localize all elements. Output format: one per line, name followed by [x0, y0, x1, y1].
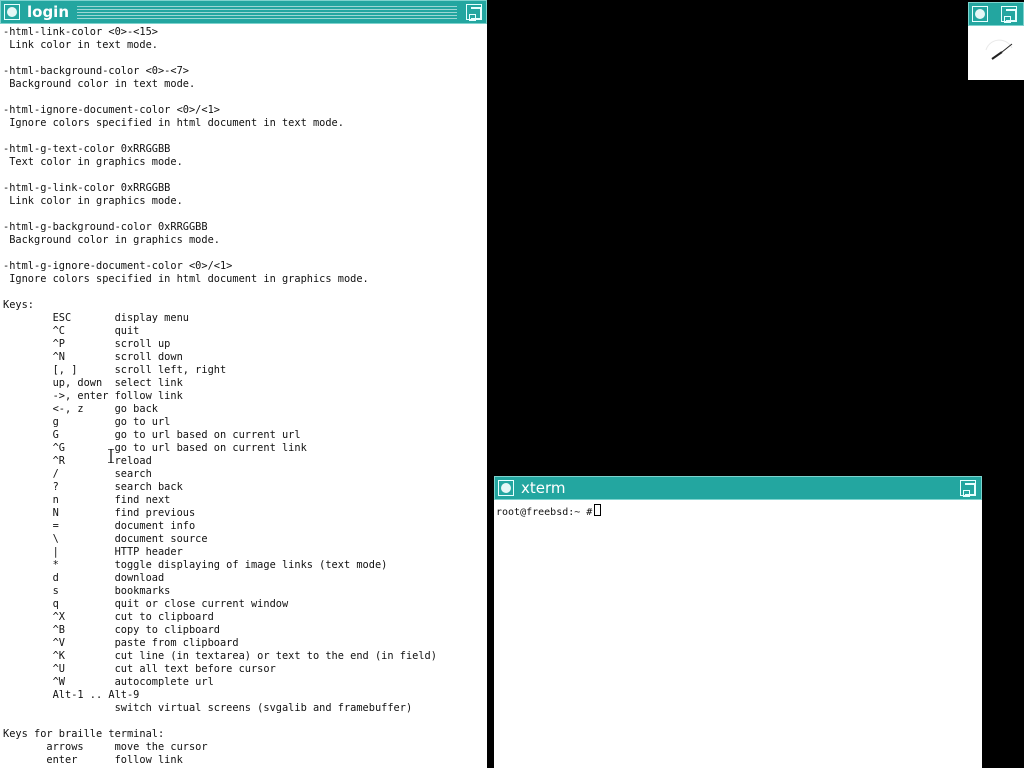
help-line: s bookmarks — [3, 585, 171, 597]
shell-prompt: root@freebsd:~ # — [496, 507, 593, 518]
help-line: ^W autocomplete url — [3, 676, 214, 688]
help-line: enter follow link — [3, 754, 183, 766]
help-line: g go to url — [3, 416, 171, 428]
help-line: Keys: — [3, 299, 34, 311]
help-line: [, ] scroll left, right — [3, 364, 227, 376]
help-line: ^P scroll up — [3, 338, 171, 350]
terminal-output: root@freebsd:~ # — [494, 500, 982, 519]
help-line: n find next — [3, 494, 171, 506]
help-line: ->, enter follow link — [3, 390, 183, 402]
help-line: <-, z go back — [3, 403, 158, 415]
maximize-icon[interactable] — [1001, 6, 1017, 23]
help-line: Keys for braille terminal: — [3, 728, 165, 740]
help-line: * toggle displaying of image links (text… — [3, 559, 388, 571]
help-line: ^U cut all text before cursor — [3, 663, 276, 675]
help-line: ^R reload — [3, 455, 152, 467]
clock-window[interactable] — [968, 2, 1024, 80]
help-line: -html-g-background-color 0xRRGGBB — [3, 221, 208, 233]
help-line: ^C quit — [3, 325, 140, 337]
login-content[interactable]: -html-link-color <0>-<15> Link color in … — [0, 24, 487, 768]
help-line: = document info — [3, 520, 196, 532]
help-line: ^X cut to clipboard — [3, 611, 214, 623]
help-line: arrows move the cursor — [3, 741, 208, 753]
help-line: switch virtual screens (svgalib and fram… — [3, 702, 413, 714]
window-menu-icon[interactable] — [498, 480, 514, 496]
login-titlebar[interactable]: login — [0, 0, 487, 24]
help-line: up, down select link — [3, 377, 183, 389]
help-line: ? search back — [3, 481, 183, 493]
help-line: d download — [3, 572, 165, 584]
help-line: ^V paste from clipboard — [3, 637, 239, 649]
help-line: Text color in graphics mode. — [3, 156, 183, 168]
help-line: ^K cut line (in textarea) or text to the… — [3, 650, 437, 662]
help-line: Alt-1 .. Alt-9 — [3, 689, 140, 701]
clock-titlebar[interactable] — [968, 2, 1024, 26]
help-line: ^N scroll down — [3, 351, 183, 363]
xterm-window[interactable]: xterm root@freebsd:~ # — [494, 476, 982, 768]
help-line: / search — [3, 468, 152, 480]
help-line: N find previous — [3, 507, 196, 519]
login-title: login — [27, 3, 70, 21]
help-line: -html-g-text-color 0xRRGGBB — [3, 143, 171, 155]
help-line: ESC display menu — [3, 312, 189, 324]
help-line: ^G go to url based on current link — [3, 442, 307, 454]
window-menu-icon[interactable] — [4, 4, 20, 20]
help-line: -html-ignore-document-color <0>/<1> — [3, 104, 220, 116]
help-line: \ document source — [3, 533, 208, 545]
help-line: G go to url based on current url — [3, 429, 301, 441]
xterm-titlebar[interactable]: xterm — [494, 476, 982, 500]
help-line: Background color in graphics mode. — [3, 234, 220, 246]
clock-face — [968, 26, 1024, 80]
help-line: Ignore colors specified in html document… — [3, 117, 344, 129]
xterm-terminal[interactable]: root@freebsd:~ # — [494, 500, 982, 768]
help-line: | HTTP header — [3, 546, 183, 558]
title-grip — [77, 5, 457, 19]
xterm-title: xterm — [521, 479, 566, 497]
help-line: -html-background-color <0>-<7> — [3, 65, 189, 77]
help-line: q quit or close current window — [3, 598, 289, 610]
help-line: Link color in graphics mode. — [3, 195, 183, 207]
help-line: -html-g-link-color 0xRRGGBB — [3, 182, 171, 194]
terminal-cursor — [594, 504, 602, 516]
login-window[interactable]: login -html-link-color <0>-<15> Link col… — [0, 0, 487, 768]
clock-hands-icon — [985, 39, 1013, 60]
window-menu-icon[interactable] — [972, 6, 988, 22]
help-line: -html-g-ignore-document-color <0>/<1> — [3, 260, 233, 272]
text-cursor-icon — [108, 449, 114, 463]
help-line: Link color in text mode. — [3, 39, 158, 51]
maximize-icon[interactable] — [466, 4, 482, 21]
help-line: -html-link-color <0>-<15> — [3, 26, 158, 38]
help-line: Background color in text mode. — [3, 78, 196, 90]
help-line: Ignore colors specified in html document… — [3, 273, 369, 285]
maximize-icon[interactable] — [960, 480, 976, 497]
help-line: ^B copy to clipboard — [3, 624, 220, 636]
links-help-text: -html-link-color <0>-<15> Link color in … — [0, 24, 487, 767]
